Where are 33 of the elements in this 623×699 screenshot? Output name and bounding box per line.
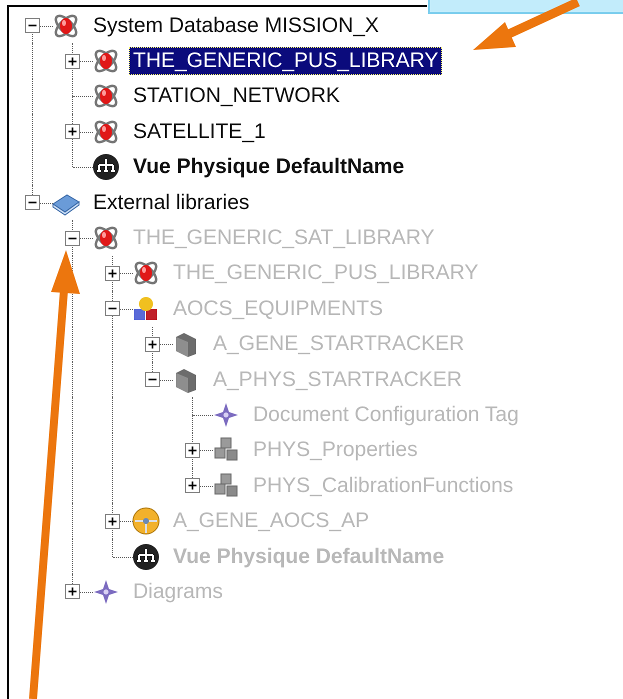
tree-item[interactable]: SATELLITE_1 (129, 118, 270, 146)
tree-item[interactable]: AOCS_EQUIPMENTS (169, 294, 388, 323)
expand-toggle[interactable] (105, 266, 120, 281)
tree-item[interactable]: Diagrams (129, 578, 227, 606)
tree-item[interactable]: A_GENE_STARTRACKER (209, 330, 468, 358)
tree-item[interactable]: A_GENE_AOCS_AP (169, 507, 374, 536)
network-icon (131, 542, 161, 572)
tree-item[interactable]: External libraries (89, 188, 254, 217)
tree-item[interactable]: System Database MISSION_X (89, 12, 383, 40)
expand-toggle[interactable] (25, 18, 40, 34)
tree-item[interactable]: A_PHYS_STARTRACKER (209, 366, 466, 394)
tree-item[interactable]: PHYS_CalibrationFunctions (249, 472, 518, 500)
expand-toggle[interactable] (145, 372, 160, 388)
tree-item[interactable]: Vue Physique DefaultName (169, 542, 448, 571)
tree-item[interactable]: THE_GENERIC_PUS_LIBRARY (129, 47, 442, 76)
expand-toggle[interactable] (145, 336, 160, 352)
tree-item[interactable]: Document Configuration Tag (249, 400, 523, 429)
expand-toggle[interactable] (105, 301, 120, 316)
target-icon (131, 506, 161, 536)
expand-toggle[interactable] (65, 230, 80, 246)
expand-toggle[interactable] (105, 514, 120, 529)
network-icon (91, 152, 121, 182)
tree-item[interactable]: Vue Physique DefaultName (129, 153, 408, 182)
expand-toggle[interactable] (65, 124, 80, 140)
expand-toggle[interactable] (185, 478, 200, 494)
expand-toggle[interactable] (185, 442, 200, 458)
tree-item[interactable]: STATION_NETWORK (129, 82, 344, 110)
expand-toggle[interactable] (65, 54, 80, 69)
tree-item[interactable]: PHYS_Properties (249, 436, 422, 464)
tree-item[interactable]: THE_GENERIC_PUS_LIBRARY (169, 259, 482, 288)
expand-toggle[interactable] (65, 584, 80, 600)
tree-item[interactable]: THE_GENERIC_SAT_LIBRARY (129, 224, 438, 252)
expand-toggle[interactable] (25, 195, 40, 210)
